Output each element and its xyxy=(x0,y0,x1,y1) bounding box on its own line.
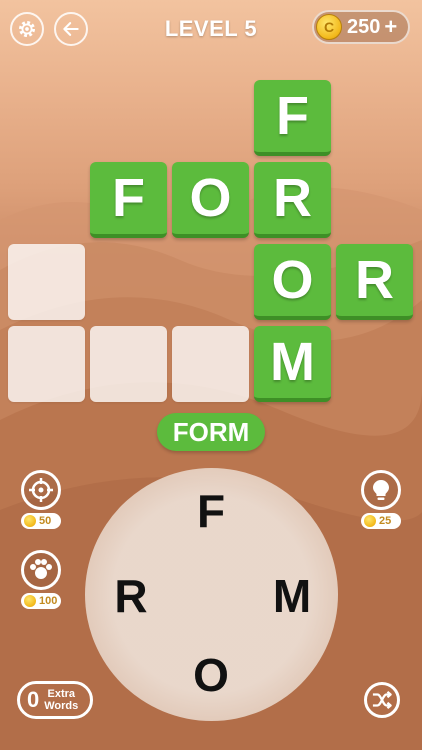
letter-wheel[interactable]: F R M O xyxy=(85,468,338,721)
paw-reveal-icon xyxy=(30,559,52,579)
wheel-letter-o[interactable]: O xyxy=(186,650,236,700)
target-cost-value: 50 xyxy=(39,515,52,527)
current-word-bubble: FORM xyxy=(157,413,265,451)
multi-reveal-cost: 100 xyxy=(21,593,61,609)
tile-r4-c3 xyxy=(172,326,249,402)
tile-r2-c4: R xyxy=(254,162,331,238)
target-hint-cost: 50 xyxy=(21,513,61,529)
coin-icon: C xyxy=(316,14,342,40)
hint-button[interactable] xyxy=(361,470,401,510)
tile-r4-c4: M xyxy=(254,326,331,402)
wheel-letter-f[interactable]: F xyxy=(186,486,236,536)
tile-r1-c4: F xyxy=(254,80,331,156)
coin-icon xyxy=(24,515,36,527)
coin-icon xyxy=(24,595,36,607)
extra-words-label: Extra Words xyxy=(44,688,78,712)
tile-r3-c5: R xyxy=(336,244,413,320)
coin-count: 250 xyxy=(347,15,381,38)
extra-words-label-line1: Extra xyxy=(47,688,76,700)
lightbulb-icon xyxy=(373,480,389,500)
add-coins-button[interactable]: + xyxy=(384,14,397,40)
extra-words-count: 0 xyxy=(27,687,40,712)
tile-r4-c1 xyxy=(8,326,85,402)
hint-cost-value: 25 xyxy=(379,515,392,527)
multi-reveal-button[interactable] xyxy=(21,550,61,590)
target-hint-button[interactable] xyxy=(21,470,61,510)
tile-r2-c2: F xyxy=(90,162,167,238)
tile-r4-c2 xyxy=(90,326,167,402)
multi-reveal-cost-value: 100 xyxy=(39,595,58,607)
shuffle-button[interactable] xyxy=(364,682,400,718)
tile-r2-c3: O xyxy=(172,162,249,238)
extra-words-label-line2: Words xyxy=(44,700,79,712)
coin-icon xyxy=(364,515,376,527)
wheel-letter-r[interactable]: R xyxy=(106,571,156,621)
tile-r3-c1 xyxy=(8,244,85,320)
wheel-letter-m[interactable]: M xyxy=(267,571,317,621)
extra-words-button[interactable]: 0 Extra Words xyxy=(17,681,93,719)
coin-balance[interactable]: C 250 + xyxy=(312,10,410,44)
shuffle-icon xyxy=(372,690,392,710)
crosshair-icon xyxy=(29,478,53,502)
hint-cost: 25 xyxy=(361,513,401,529)
tile-r3-c4: O xyxy=(254,244,331,320)
